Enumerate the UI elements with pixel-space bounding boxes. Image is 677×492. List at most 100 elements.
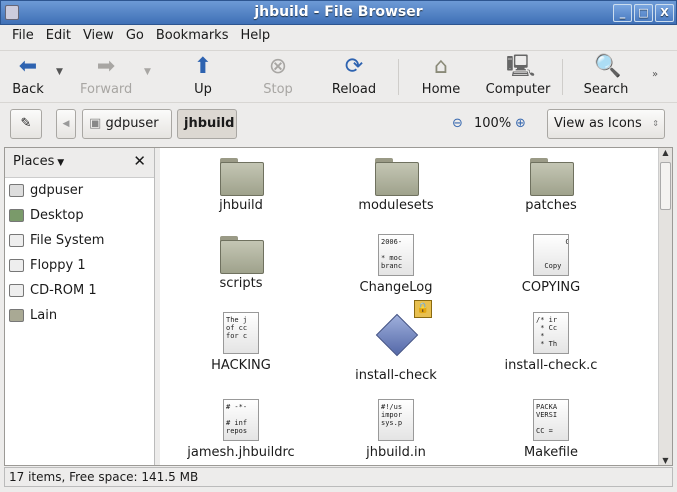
path-button-jhbuild[interactable]: jhbuild — [177, 109, 237, 139]
window-title: jhbuild - File Browser — [254, 4, 423, 20]
zoom-out-icon[interactable]: ⊖ — [452, 116, 463, 131]
forward-history-dropdown[interactable]: ▼ — [144, 67, 151, 77]
menu-go[interactable]: Go — [120, 25, 150, 48]
forward-button[interactable]: ➡ Forward — [80, 54, 133, 98]
forward-label: Forward — [80, 82, 133, 97]
sidebar-item-lain[interactable]: Lain — [5, 303, 154, 328]
toolbar-separator — [398, 59, 399, 95]
places-sidebar: Places ▼ ✕ gdpuser Desktop File System F… — [5, 148, 155, 465]
view-mode-select[interactable]: View as Icons ⇕ — [547, 109, 665, 139]
file-name: patches — [525, 198, 577, 213]
search-button[interactable]: 🔍 Search — [582, 55, 630, 98]
path-label: jhbuild — [184, 116, 235, 131]
text-file-icon: PACKA VERSI CC = — [533, 399, 569, 441]
status-bar: 17 items, Free space: 141.5 MB — [4, 467, 673, 487]
stop-button[interactable]: ⊗ Stop — [260, 54, 296, 98]
back-label: Back — [12, 82, 44, 97]
text-file-icon: G Copy — [533, 234, 569, 276]
file-item[interactable]: patches — [476, 150, 626, 213]
sidebar-item-label: Lain — [30, 308, 58, 323]
menu-edit[interactable]: Edit — [40, 25, 77, 48]
minimize-button[interactable]: _ — [613, 4, 632, 22]
file-name: COPYING — [521, 280, 581, 295]
sidebar-item-gdpuser[interactable]: gdpuser — [5, 178, 154, 203]
reload-label: Reload — [331, 82, 377, 97]
folder-icon — [220, 236, 264, 274]
toolbar: ⬅ Back ▼ ➡ Forward ▼ ⬆ Up ⊗ Stop ⟳ Reload ⌂ Ho… — [0, 50, 677, 103]
file-name: modulesets — [358, 198, 434, 213]
menu-view[interactable]: View — [77, 25, 120, 48]
file-item[interactable]: 2006- * moc branc ChangeLog — [321, 234, 471, 295]
back-history-dropdown[interactable]: ▼ — [56, 67, 63, 77]
vertical-scrollbar[interactable]: ▲ ▼ — [658, 148, 672, 465]
folder-icon — [530, 158, 574, 196]
text-file-icon: 2006- * moc branc — [378, 234, 414, 276]
sidebar-item-desktop[interactable]: Desktop — [5, 203, 154, 228]
up-arrow-icon: ⬆ — [193, 54, 213, 79]
close-button[interactable]: X — [655, 4, 674, 22]
back-button[interactable]: ⬅ Back — [10, 54, 46, 98]
scroll-down-icon[interactable]: ▼ — [659, 456, 672, 465]
up-label: Up — [194, 82, 212, 97]
sidebar-item-label: File System — [30, 233, 105, 248]
forward-arrow-icon: ➡ — [96, 54, 116, 79]
file-item[interactable]: 🔒 install-check — [321, 300, 471, 383]
file-item[interactable]: jhbuild — [166, 150, 316, 213]
file-item[interactable]: scripts — [166, 228, 316, 291]
sidebar-item-floppy[interactable]: Floppy 1 — [5, 253, 154, 278]
path-button-gdpuser[interactable]: ▣ gdpuser — [82, 109, 172, 139]
location-bar: ✎ ◀ ▣ gdpuser jhbuild ⊖ 100% ⊕ View as I… — [0, 106, 677, 144]
folder-icon — [9, 309, 24, 322]
zoom-level[interactable]: 100% — [474, 116, 511, 131]
maximize-button[interactable]: □ — [634, 4, 653, 22]
main-pane: Places ▼ ✕ gdpuser Desktop File System F… — [4, 147, 673, 466]
close-sidebar-icon[interactable]: ✕ — [133, 152, 146, 170]
file-item[interactable]: modulesets — [321, 150, 471, 213]
toggle-location-entry-button[interactable]: ✎ — [10, 109, 42, 139]
spin-arrows-icon: ⇕ — [652, 119, 659, 128]
sidebar-item-label: CD-ROM 1 — [30, 283, 97, 298]
scrollbar-thumb[interactable] — [660, 162, 671, 210]
menu-file[interactable]: File — [6, 25, 40, 48]
folder-icon — [375, 158, 419, 196]
edit-icon: ✎ — [20, 116, 32, 131]
desktop-icon — [9, 209, 24, 222]
file-icon-view: jhbuild modulesets patches scripts 2006- * m… — [160, 148, 657, 465]
file-item[interactable]: #!/us impor sys.p jhbuild.in — [321, 399, 471, 460]
scroll-up-icon[interactable]: ▲ — [659, 148, 672, 157]
view-mode-label: View as Icons — [554, 116, 642, 131]
floppy-icon — [9, 259, 24, 272]
home-button[interactable]: ⌂ Home — [420, 55, 462, 98]
reload-button[interactable]: ⟳ Reload — [330, 55, 378, 98]
file-name: Makefile — [523, 445, 579, 460]
file-item[interactable]: /* ir * Cc * * Th install-check.c — [476, 312, 626, 373]
back-arrow-icon: ⬅ — [18, 54, 38, 79]
home-folder-icon: ▣ — [89, 116, 102, 131]
up-button[interactable]: ⬆ Up — [188, 54, 218, 98]
computer-button[interactable]: 🖳 Computer — [484, 55, 552, 98]
home-label: Home — [421, 82, 461, 97]
stop-icon: ⊗ — [268, 54, 288, 79]
title-bar: jhbuild - File Browser _ □ X — [0, 0, 677, 25]
window-menu-icon[interactable] — [5, 5, 19, 20]
zoom-in-icon[interactable]: ⊕ — [515, 116, 526, 131]
file-name: jhbuild — [219, 198, 263, 213]
text-file-icon: /* ir * Cc * * Th — [533, 312, 569, 354]
file-name: HACKING — [211, 358, 271, 373]
places-dropdown[interactable]: Places — [13, 154, 54, 169]
menu-bar: File Edit View Go Bookmarks Help — [0, 25, 677, 48]
file-item[interactable]: G Copy COPYING — [476, 234, 626, 295]
computer-label: Computer — [485, 82, 551, 97]
menu-bookmarks[interactable]: Bookmarks — [150, 25, 235, 48]
path-scroll-left-button[interactable]: ◀ — [56, 109, 76, 139]
text-file-icon: The j of cc for c — [223, 312, 259, 354]
file-item[interactable]: # -*- # inf repos jamesh.jhbuildrc — [166, 399, 316, 460]
menu-help[interactable]: Help — [234, 25, 276, 48]
file-item[interactable]: PACKA VERSI CC = Makefile — [476, 399, 626, 460]
sidebar-item-file-system[interactable]: File System — [5, 228, 154, 253]
file-item[interactable]: The j of cc for c HACKING — [166, 312, 316, 373]
status-text: 17 items, Free space: 141.5 MB — [9, 470, 199, 484]
folder-icon — [220, 158, 264, 196]
sidebar-item-cdrom[interactable]: CD-ROM 1 — [5, 278, 154, 303]
toolbar-overflow-icon[interactable]: » — [652, 69, 658, 80]
